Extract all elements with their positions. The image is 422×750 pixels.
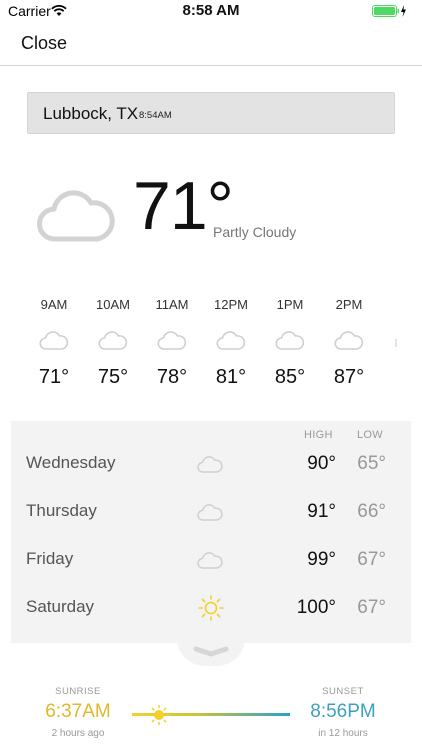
hour-item: 2PM 87° [319, 296, 379, 389]
sunset-time: 8:56PM [310, 701, 376, 722]
cloud-icon [37, 183, 115, 250]
day-high: 100° [296, 597, 336, 618]
hour-time: 11AM [155, 297, 189, 312]
hour-temp: 85° [274, 366, 306, 388]
expand-handle[interactable] [177, 638, 245, 666]
daily-forecast: HIGH LOW Wednesday 90° 65° Thursday 91° … [11, 421, 411, 643]
cloud-icon [197, 502, 223, 527]
hour-time: 2PM [335, 297, 363, 312]
hour-time: 12PM [214, 297, 248, 312]
day-row: Thursday 91° 66° [11, 490, 411, 538]
nav-bar: Close [0, 22, 422, 66]
cloud-icon [260, 329, 320, 356]
sunrise-relative: 2 hours ago [51, 728, 105, 739]
day-row: Wednesday 90° 65° [11, 442, 411, 490]
cloud-icon [201, 329, 261, 356]
hour-item: 1PM 85° [260, 296, 320, 389]
high-header: HIGH [304, 429, 333, 441]
location-time: 8:54AM [139, 110, 172, 121]
day-high: 91° [307, 501, 336, 522]
sun-times: SUNRISE 6:37AM 2 hours ago SUNSET 8:56PM… [0, 680, 422, 750]
hour-time: 1PM [276, 297, 304, 312]
sun-icon [148, 704, 170, 731]
day-low: 67° [357, 549, 386, 570]
hourly-forecast[interactable]: 9AM 71° 10AM 75° 11AM 78° 12PM 81° 1PM 8… [0, 296, 422, 401]
day-row: Saturday 100° 67° [11, 586, 411, 634]
sunrise-time: 6:37AM [45, 701, 111, 722]
cloud-icon [83, 329, 143, 356]
hour-time: 9AM [40, 297, 68, 312]
hour-temp: 71° [38, 366, 70, 388]
status-time: 8:58 AM [182, 2, 240, 19]
hour-temp: 78° [156, 366, 188, 388]
day-low: 66° [357, 501, 386, 522]
hour-temp: 81° [215, 366, 247, 388]
day-name: Wednesday [26, 453, 116, 472]
scroll-peek-indicator [395, 339, 397, 347]
cloud-icon [24, 329, 84, 356]
hour-item: 12PM 81° [201, 296, 261, 389]
hour-temp: 87° [333, 366, 365, 388]
day-row: Friday 99° 67° [11, 538, 411, 586]
day-name: Saturday [26, 597, 95, 616]
location-name: Lubbock, TX [43, 104, 139, 123]
day-high: 90° [307, 453, 336, 474]
current-condition: Partly Cloudy [213, 224, 297, 240]
hour-item: 11AM 78° [142, 296, 202, 389]
sunrise-block: SUNRISE 6:37AM 2 hours ago [18, 686, 138, 739]
cloud-icon [197, 454, 223, 479]
hour-item: 9AM 71° [24, 296, 84, 389]
day-high: 99° [307, 549, 336, 570]
hour-temp: 75° [97, 366, 129, 388]
day-low: 65° [357, 453, 386, 474]
battery-icon [372, 5, 408, 23]
cloud-icon [319, 329, 379, 356]
sunset-label: SUNSET [322, 686, 364, 697]
cloud-icon [142, 329, 202, 356]
sun-icon [197, 594, 225, 627]
status-bar: Carrier 8:58 AM [0, 0, 422, 22]
sunrise-label: SUNRISE [55, 686, 101, 697]
hour-item: 10AM 75° [83, 296, 143, 389]
cloud-icon [197, 550, 223, 575]
chevron-down-icon [193, 646, 229, 657]
hour-time: 10AM [96, 297, 130, 312]
location-box[interactable]: Lubbock, TX 8:54AM [27, 92, 395, 134]
sunset-block: SUNSET 8:56PM in 12 hours [283, 686, 403, 739]
day-low: 67° [357, 597, 386, 618]
sunset-relative: in 12 hours [318, 728, 368, 739]
close-button[interactable]: Close [21, 33, 67, 54]
low-header: LOW [357, 429, 383, 441]
day-name: Friday [26, 549, 74, 568]
day-name: Thursday [26, 501, 97, 520]
